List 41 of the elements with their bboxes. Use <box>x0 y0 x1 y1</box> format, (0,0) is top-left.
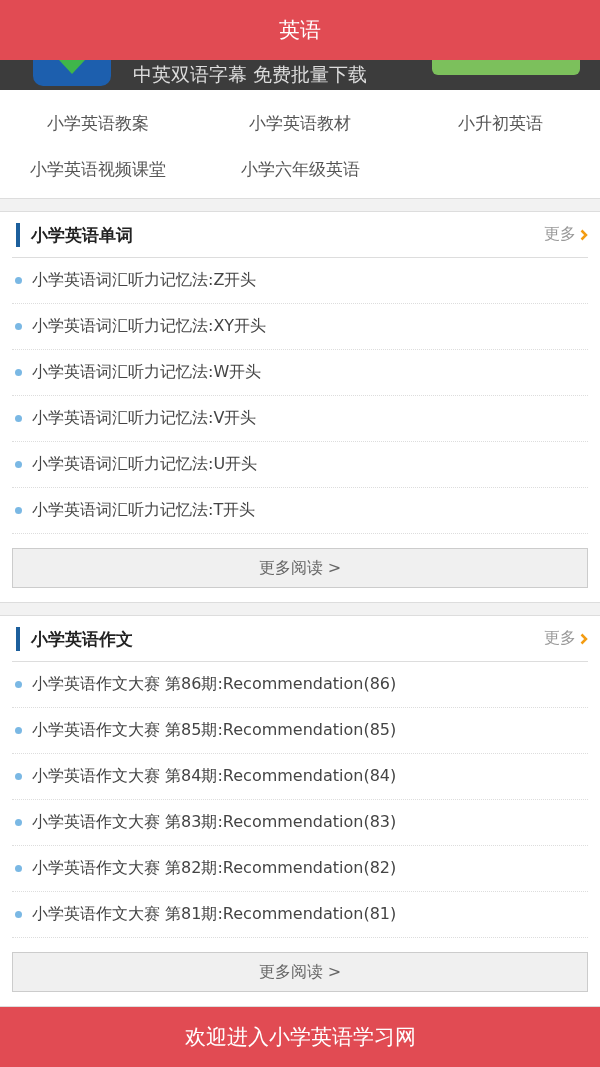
ad-banner[interactable]: 中英双语字幕 免费批量下载 <box>0 60 600 90</box>
download-app-icon <box>33 60 111 86</box>
bullet-icon <box>15 865 22 872</box>
article-link[interactable]: 小学英语作文大赛 第82期:Recommendation(82) <box>32 858 397 879</box>
article-link[interactable]: 小学英语词汇听力记忆法:W开头 <box>32 362 262 383</box>
article-link[interactable]: 小学英语作文大赛 第86期:Recommendation(86) <box>32 674 397 695</box>
category-link[interactable]: 小学英语教材 <box>200 100 400 146</box>
chevron-right-icon <box>580 632 588 645</box>
ad-button[interactable] <box>432 60 580 75</box>
ad-text: 中英双语字幕 免费批量下载 <box>133 62 369 87</box>
section-title: 小学英语单词 <box>16 222 133 247</box>
category-link[interactable]: 小学六年级英语 <box>200 146 400 192</box>
bullet-icon <box>15 415 22 422</box>
article-link[interactable]: 小学英语词汇听力记忆法:XY开头 <box>32 316 267 337</box>
article-link[interactable]: 小学英语词汇听力记忆法:V开头 <box>32 408 257 429</box>
article-link[interactable]: 小学英语作文大赛 第85期:Recommendation(85) <box>32 720 397 741</box>
bullet-icon <box>15 911 22 918</box>
bullet-icon <box>15 323 22 330</box>
article-link[interactable]: 小学英语词汇听力记忆法:U开头 <box>32 454 258 475</box>
bullet-icon <box>15 727 22 734</box>
bullet-icon <box>15 277 22 284</box>
category-link[interactable]: 小学英语教案 <box>0 100 200 146</box>
bullet-icon <box>15 507 22 514</box>
header-title: 英语 <box>0 0 600 60</box>
read-more-button[interactable]: 更多阅读 > <box>12 952 588 992</box>
bullet-icon <box>15 773 22 780</box>
bullet-icon <box>15 461 22 468</box>
read-more-button[interactable]: 更多阅读 > <box>12 548 588 588</box>
footer-banner[interactable]: 欢迎进入小学英语学习网 <box>0 1007 600 1067</box>
bullet-icon <box>15 369 22 376</box>
article-link[interactable]: 小学英语作文大赛 第84期:Recommendation(84) <box>32 766 397 787</box>
article-link[interactable]: 小学英语作文大赛 第81期:Recommendation(81) <box>32 904 397 925</box>
article-link[interactable]: 小学英语词汇听力记忆法:T开头 <box>32 500 256 521</box>
section-title: 小学英语作文 <box>16 626 133 651</box>
chevron-right-icon <box>580 228 588 241</box>
category-link[interactable]: 小升初英语 <box>400 100 600 146</box>
article-link[interactable]: 小学英语作文大赛 第83期:Recommendation(83) <box>32 812 397 833</box>
bullet-icon <box>15 819 22 826</box>
bullet-icon <box>15 681 22 688</box>
article-link[interactable]: 小学英语词汇听力记忆法:Z开头 <box>32 270 257 291</box>
category-link[interactable]: 小学英语视频课堂 <box>0 146 200 192</box>
